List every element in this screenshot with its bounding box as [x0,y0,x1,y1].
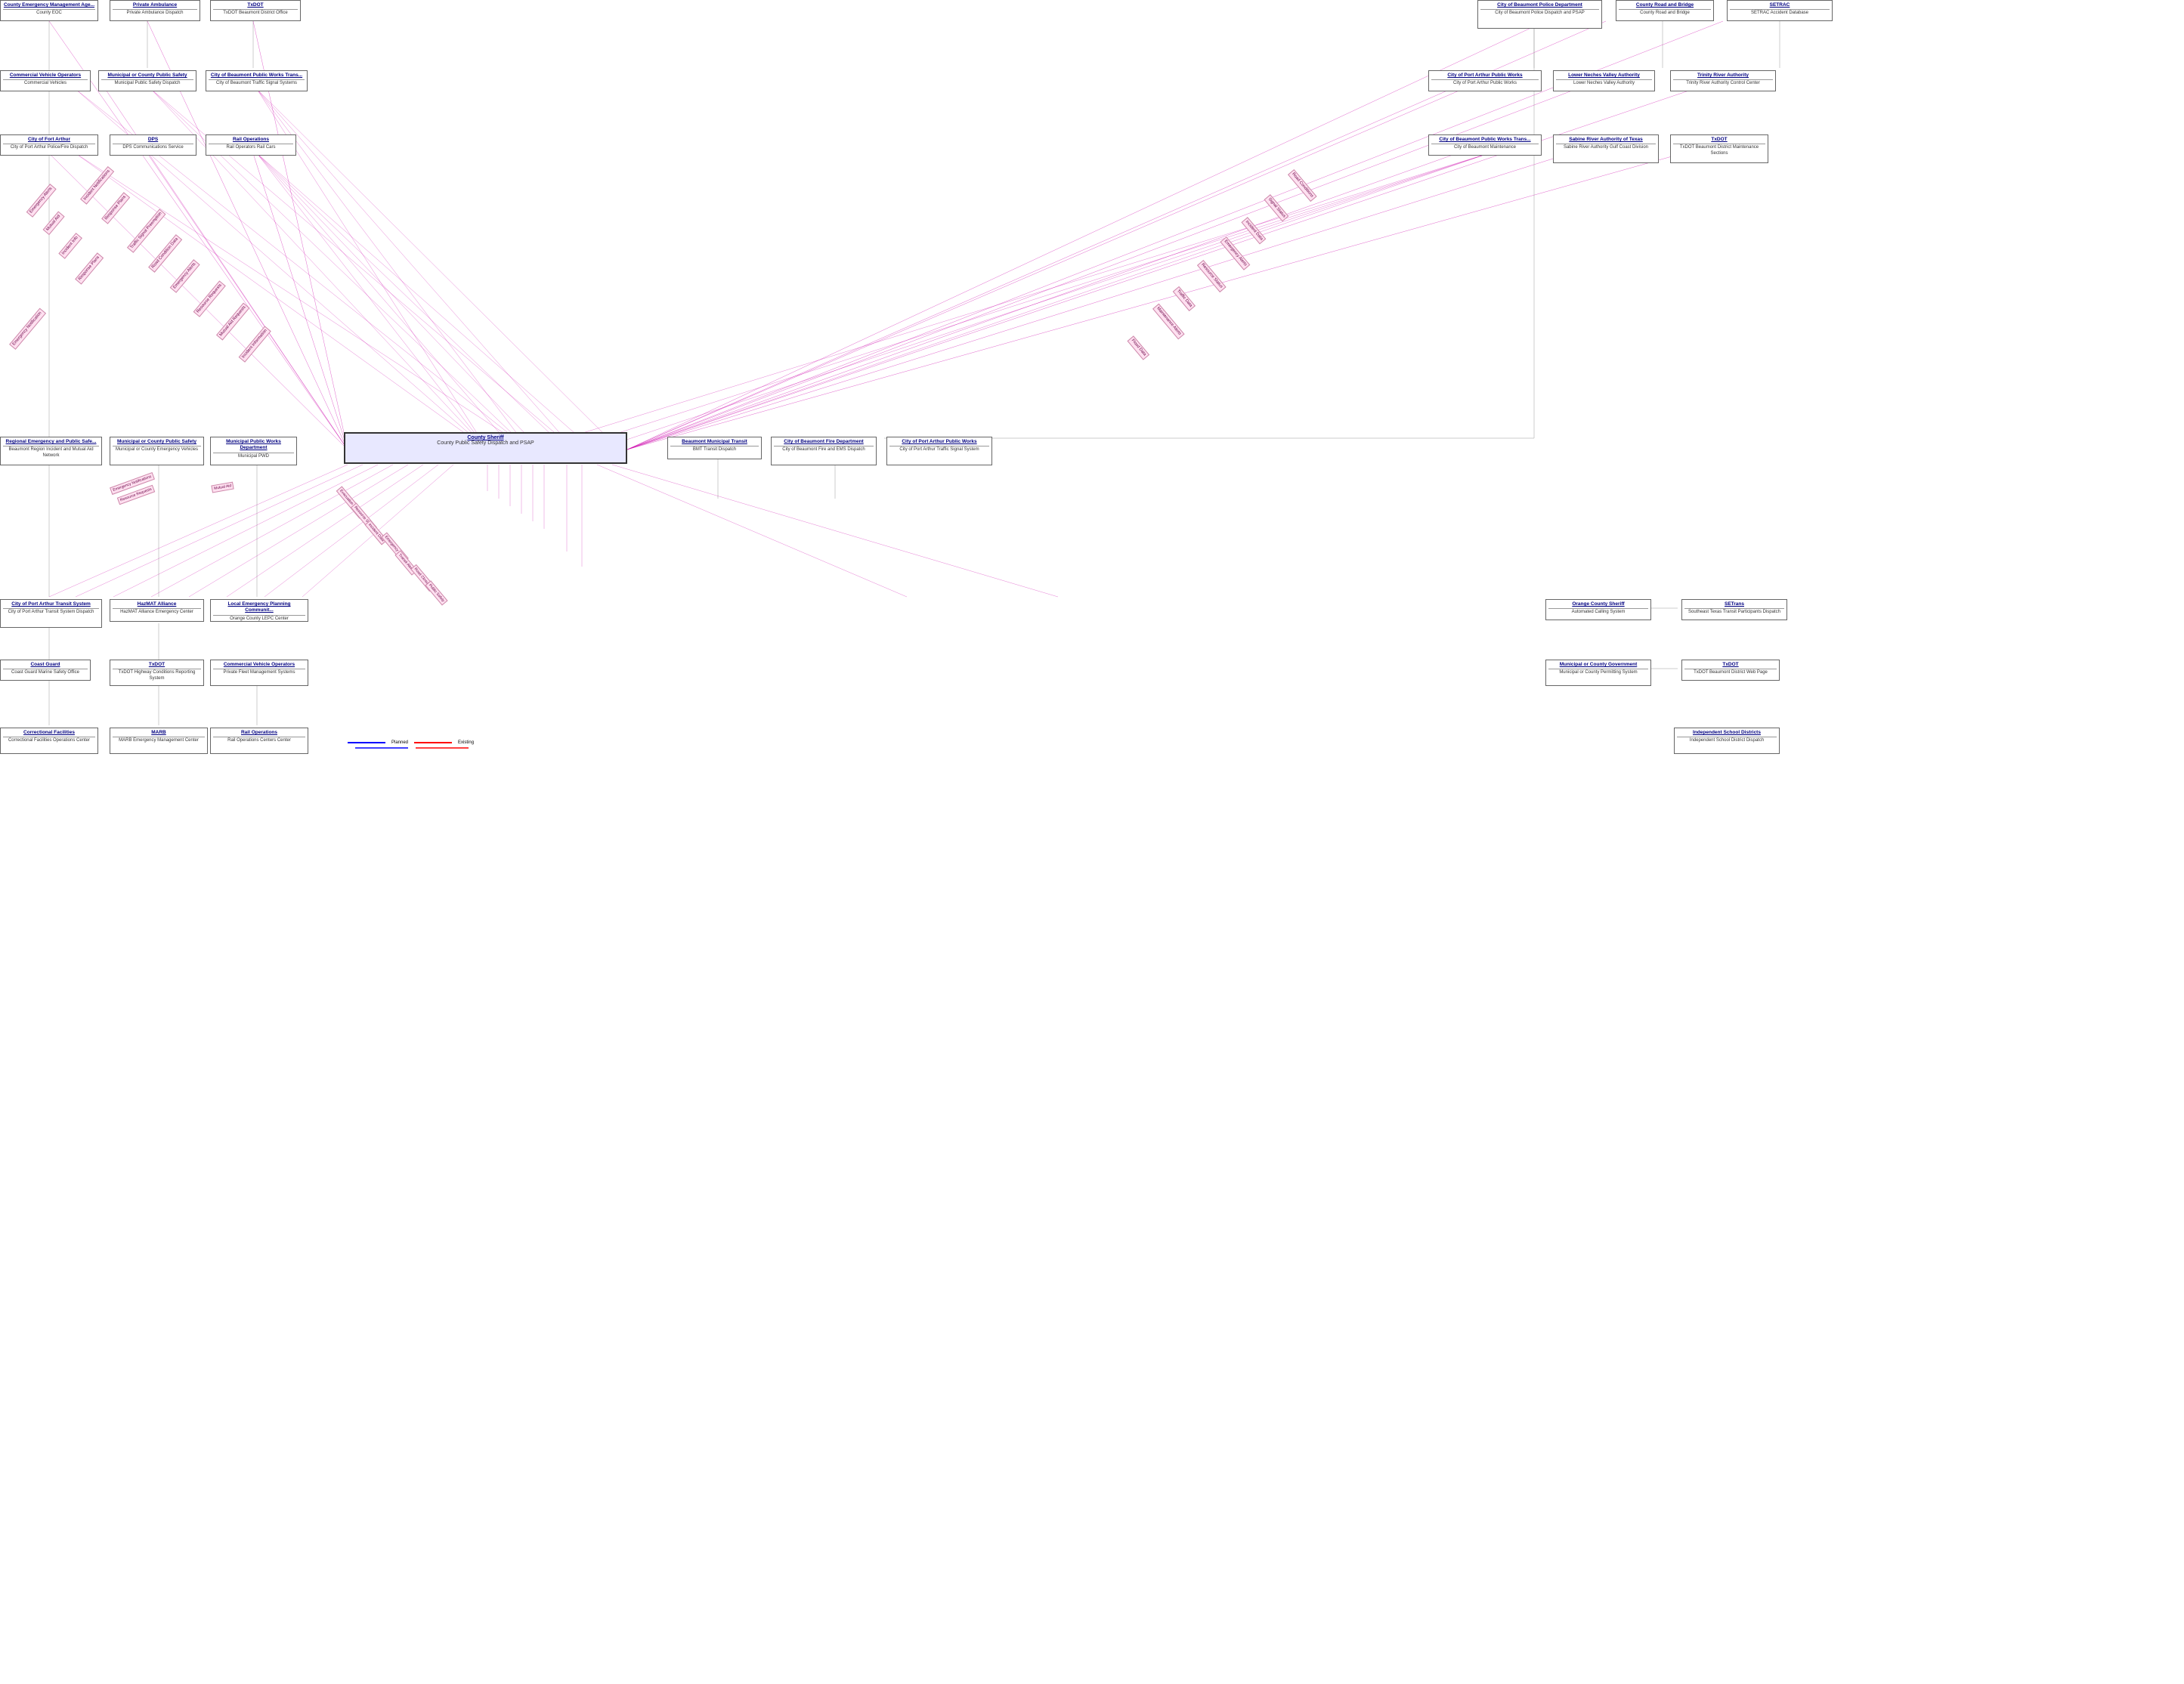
legend-label-blue: Planned [391,740,408,745]
diagram-container: County Emergency Management Age... Count… [0,0,2184,1684]
node-setrac[interactable]: SETRAC SETRAC Accident Database [1727,0,1833,21]
node-port-arthur-traffic[interactable]: City of Port Arthur Public Works City of… [886,437,992,465]
node-beaumont-fire[interactable]: City of Beaumont Fire Department City of… [771,437,877,465]
legend-label-red: Existing [458,740,474,745]
node-coast-guard[interactable]: Coast Guard Coast Guard Marine Safety Of… [0,660,91,681]
node-commercial-fleet[interactable]: Commercial Vehicle Operators Private Fle… [210,660,308,686]
node-municipal-public-safety[interactable]: Municipal or County Public Safety Munici… [98,70,196,91]
node-beaumont-police[interactable]: City of Beaumont Police Department City … [1477,0,1602,29]
node-beaumont-maintenance[interactable]: City of Beaumont Public Works Trans... C… [1428,134,1542,156]
node-fort-arthur[interactable]: City of Fort Arthur City of Port Arthur … [0,134,98,156]
node-county-sheriff[interactable]: County Sheriff County Public Safety Disp… [344,432,627,464]
node-dps[interactable]: DPS DPS Communications Service [110,134,196,156]
node-municipal-pwd[interactable]: Municipal Public Works Department Munici… [210,437,297,465]
node-port-arthur-pw[interactable]: City of Port Arthur Public Works City of… [1428,70,1542,91]
node-hazmat-alliance[interactable]: HazMAT Alliance HazMAT Alliance Emergenc… [110,599,204,622]
node-txdot-beaumont[interactable]: TxDOT TxDOT Beaumont District Office [210,0,301,21]
node-orange-county-sheriff[interactable]: Orange County Sheriff Automated Calling … [1545,599,1651,620]
node-setrans[interactable]: SETrans Southeast Texas Transit Particip… [1681,599,1787,620]
node-county-ema[interactable]: County Emergency Management Age... Count… [0,0,98,21]
connection-lines [0,0,2184,1684]
node-rail-operations[interactable]: Rail Operations Rail Operators Rail Cars [206,134,296,156]
node-beaumont-traffic[interactable]: City of Beaumont Public Works Trans... C… [206,70,308,91]
node-county-road-bridge[interactable]: County Road and Bridge County Road and B… [1616,0,1714,21]
node-txdot-maintenance[interactable]: TxDOT TxDOT Beaumont District Maintenanc… [1670,134,1768,163]
node-commercial-vehicles[interactable]: Commercial Vehicle Operators Commercial … [0,70,91,91]
node-orange-county-lepc[interactable]: Local Emergency Planning Communit... Ora… [210,599,308,622]
node-marb[interactable]: MARB MARB Emergency Management Center [110,728,208,754]
node-rail-ops-centers[interactable]: Rail Operations Rail Operations Centers … [210,728,308,754]
node-lower-neches[interactable]: Lower Neches Valley Authority Lower Nech… [1553,70,1655,91]
node-private-ambulance[interactable]: Private Ambulance Private Ambulance Disp… [110,0,200,21]
node-trinity-river[interactable]: Trinity River Authority Trinity River Au… [1670,70,1776,91]
node-independent-school[interactable]: Independent School Districts Independent… [1674,728,1780,754]
legend-line-red [414,742,452,743]
node-txdot-web[interactable]: TxDOT TxDOT Beaumont District Web Page [1681,660,1780,681]
legend: Planned Existing [348,740,474,745]
node-beaumont-transit[interactable]: Beaumont Municipal Transit BMT Transit D… [667,437,762,459]
node-municipal-county-emergency[interactable]: Municipal or County Public Safety Munici… [110,437,204,465]
node-municipal-permitting[interactable]: Municipal or County Government Municipal… [1545,660,1651,686]
node-port-arthur-transit[interactable]: City of Port Arthur Transit System City … [0,599,102,628]
legend-line-blue [348,742,385,743]
node-sabine-river[interactable]: Sabine River Authority of Texas Sabine R… [1553,134,1659,163]
node-correctional[interactable]: Correctional Facilities Correctional Fac… [0,728,98,754]
node-txdot-highway[interactable]: TxDOT TxDOT Highway Conditions Reporting… [110,660,204,686]
node-regional-emergency[interactable]: Regional Emergency and Public Safe... Be… [0,437,102,465]
